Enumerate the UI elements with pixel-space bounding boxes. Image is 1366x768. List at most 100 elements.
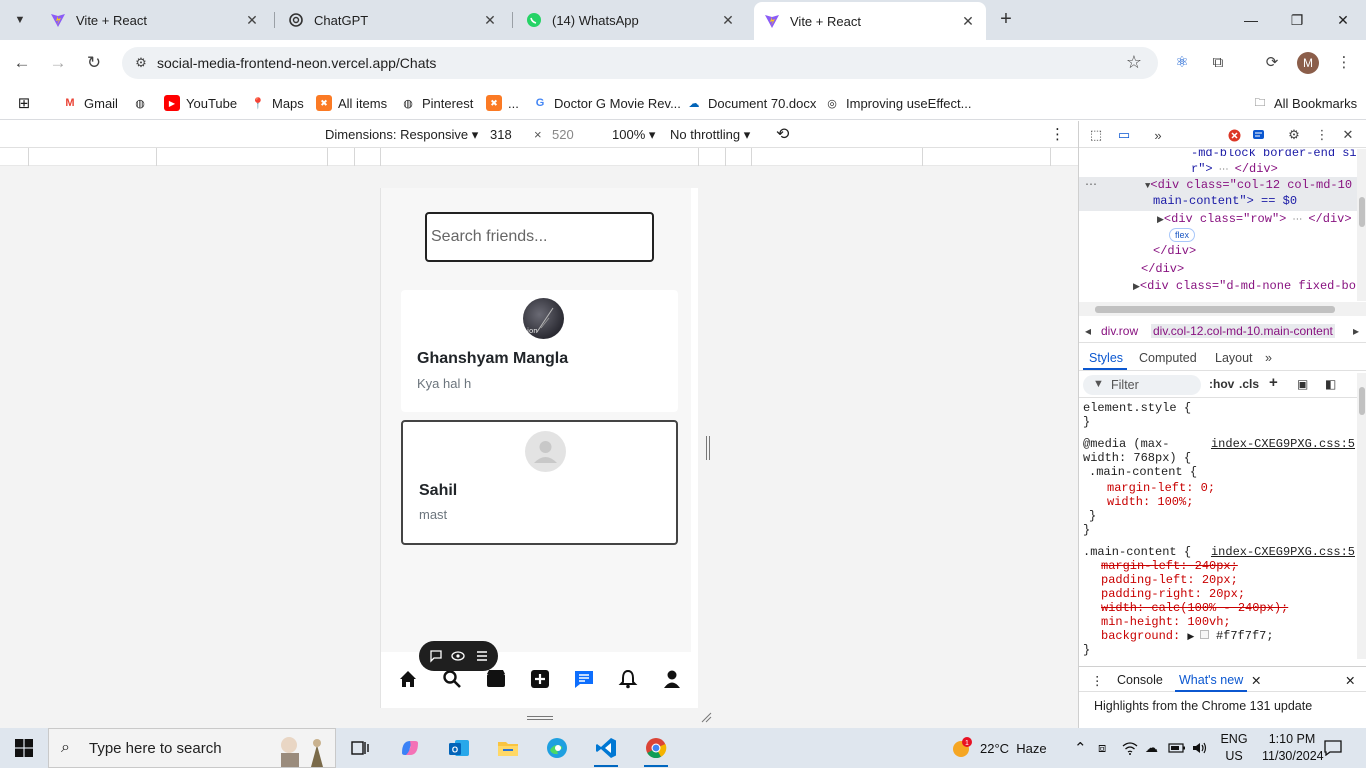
tab-console[interactable]: Console [1117, 673, 1163, 687]
add-post-icon[interactable] [529, 668, 551, 690]
wifi-icon[interactable] [1122, 728, 1138, 768]
elements-scrollbar[interactable] [1357, 149, 1366, 301]
inspect-element-icon[interactable]: ⬚ [1087, 126, 1105, 144]
edge-icon[interactable] [541, 733, 573, 763]
search-friends-input[interactable] [425, 212, 654, 262]
stylesheet-link[interactable]: index-CXEG9PXG.css:5 [1211, 545, 1355, 559]
add-rule-icon[interactable]: + [1269, 374, 1278, 391]
profile-icon[interactable] [661, 668, 683, 690]
tab-computed[interactable]: Computed [1139, 351, 1197, 365]
ellipsis-icon[interactable]: ⋯ [1085, 177, 1097, 194]
close-icon[interactable]: ✕ [1251, 673, 1261, 688]
clock[interactable]: 1:10 PM 11/30/2024 [1262, 731, 1324, 765]
stylesheet-link[interactable]: index-CXEG9PXG.css:5 [1211, 437, 1355, 451]
styles-scrollbar[interactable] [1357, 373, 1366, 659]
width-input[interactable]: 318 [486, 125, 530, 145]
taskbar-search[interactable]: ⌕ Type here to search [48, 728, 336, 768]
volume-icon[interactable] [1192, 728, 1208, 768]
bookmark-all-items[interactable]: ✖ All items [316, 92, 387, 114]
filter-input[interactable]: ▼ Filter [1083, 375, 1201, 395]
error-count-icon[interactable] [1225, 126, 1243, 144]
tab-search-dropdown-icon[interactable]: ▼ [6, 8, 34, 32]
back-button[interactable]: ← [8, 50, 36, 76]
bookmark-star-icon[interactable]: ☆ [1126, 52, 1142, 73]
new-tab-button[interactable]: + [994, 8, 1018, 32]
media-query-ruler[interactable] [0, 148, 1078, 166]
floating-toolbar[interactable] [419, 641, 498, 671]
rotate-icon[interactable]: ⟲ [776, 124, 789, 144]
all-bookmarks[interactable]: 🗀 All Bookmarks [1252, 92, 1358, 114]
breadcrumb-main-content[interactable]: div.col-12.col-md-10.main-content [1151, 324, 1335, 338]
bookmark-youtube[interactable]: ▶ YouTube [164, 92, 237, 114]
windows-start-icon[interactable] [0, 728, 48, 768]
bookmark-xampp[interactable]: ✖... [486, 92, 519, 114]
elements-tree[interactable]: -md-block border-end sideba r"> ⋯ </div>… [1079, 149, 1366, 301]
device-toggle-icon[interactable]: ▭ [1115, 126, 1133, 144]
search-icon[interactable] [441, 668, 463, 690]
flex-badge[interactable]: flex [1169, 228, 1196, 242]
close-icon[interactable]: ✕ [482, 12, 498, 29]
bookmark-doctor-g[interactable]: G Doctor G Movie Rev... [532, 92, 681, 114]
notifications-icon[interactable] [1324, 728, 1342, 768]
profile-avatar[interactable]: M [1297, 52, 1319, 74]
chat-icon[interactable] [573, 668, 595, 690]
tab-whats-new[interactable]: What's new [1179, 673, 1243, 687]
meet-now-icon[interactable]: ⧈ [1098, 728, 1106, 768]
file-explorer-icon[interactable] [492, 733, 524, 763]
breadcrumb-div-row[interactable]: div.row [1101, 324, 1138, 338]
browser-menu-icon[interactable]: ⋮ [1332, 52, 1356, 74]
reels-icon[interactable] [485, 668, 507, 690]
tab-styles[interactable]: Styles [1089, 351, 1123, 365]
close-devtools-icon[interactable]: ✕ [1339, 126, 1357, 144]
extensions-icon[interactable]: ⧉ [1206, 52, 1230, 74]
tab-vite-react-active[interactable]: Vite + React ✕ [754, 2, 986, 40]
copilot-icon[interactable] [394, 733, 426, 763]
height-input[interactable]: 520 [548, 125, 592, 145]
cls-toggle[interactable]: .cls [1239, 377, 1259, 391]
show-hidden-icons-icon[interactable]: ⌃ [1074, 728, 1087, 768]
devtools-menu-icon[interactable]: ⋮ [1313, 126, 1331, 144]
eye-icon[interactable] [451, 649, 465, 663]
comment-icon[interactable] [429, 649, 443, 663]
friend-card[interactable]: ion Ghanshyam Mangla Kya hal h [401, 290, 678, 412]
restore-button[interactable]: ❐ [1274, 6, 1320, 34]
tab-vite-react-1[interactable]: Vite + React ✕ [40, 5, 270, 35]
dimensions-dropdown[interactable]: Dimensions: Responsive ▾ [325, 127, 478, 143]
bookmark-globe[interactable]: ◍ [132, 92, 154, 114]
hov-toggle[interactable]: :hov [1209, 377, 1234, 391]
more-tabs-icon[interactable]: » [1265, 351, 1272, 365]
throttling-dropdown[interactable]: No throttling ▾ [670, 127, 750, 143]
chrome-icon[interactable] [640, 733, 672, 767]
friend-card[interactable]: Sahil mast [401, 420, 678, 545]
list-icon[interactable] [475, 649, 489, 663]
forward-button[interactable]: → [44, 50, 72, 76]
language-indicator[interactable]: ENG US [1212, 731, 1256, 765]
react-devtools-icon[interactable]: ⚛ [1170, 52, 1194, 74]
bookmark-gmail[interactable]: M Gmail [62, 92, 118, 114]
styles-pane[interactable]: element.style { } @media (max- width: 76… [1079, 399, 1357, 659]
tab-chatgpt[interactable]: ChatGPT ✕ [278, 5, 508, 35]
drawer-menu-icon[interactable]: ⋮ [1091, 673, 1104, 688]
breadcrumb-forward-icon[interactable]: ▸ [1353, 324, 1359, 338]
paint-icon[interactable]: ▣ [1297, 377, 1308, 391]
more-options-icon[interactable]: ⋮ [1050, 125, 1065, 143]
resize-handle-vertical[interactable] [706, 436, 710, 460]
close-window-button[interactable]: ✕ [1320, 6, 1366, 34]
resize-corner-icon[interactable] [700, 711, 712, 723]
weather-widget[interactable]: 1 22°C Haze [950, 728, 1047, 768]
close-drawer-icon[interactable]: ✕ [1345, 673, 1355, 688]
battery-icon[interactable] [1168, 728, 1186, 768]
message-icon[interactable] [1249, 126, 1267, 144]
bookmark-document[interactable]: ☁ Document 70.docx [686, 92, 817, 114]
sidebar-toggle-icon[interactable]: ◧ [1325, 377, 1336, 391]
more-panels-icon[interactable]: » [1149, 126, 1167, 144]
close-icon[interactable]: ✕ [244, 12, 260, 29]
bookmark-maps[interactable]: 📍 Maps [250, 92, 304, 114]
zoom-dropdown[interactable]: 100% ▾ [612, 127, 655, 143]
tab-whatsapp[interactable]: (14) WhatsApp ✕ [516, 5, 746, 35]
close-icon[interactable]: ✕ [960, 13, 976, 30]
bookmark-improving-useeffect[interactable]: ◎ Improving useEffect... [824, 92, 971, 114]
home-icon[interactable] [397, 668, 419, 690]
tab-layout[interactable]: Layout [1215, 351, 1253, 365]
close-icon[interactable]: ✕ [720, 12, 736, 29]
